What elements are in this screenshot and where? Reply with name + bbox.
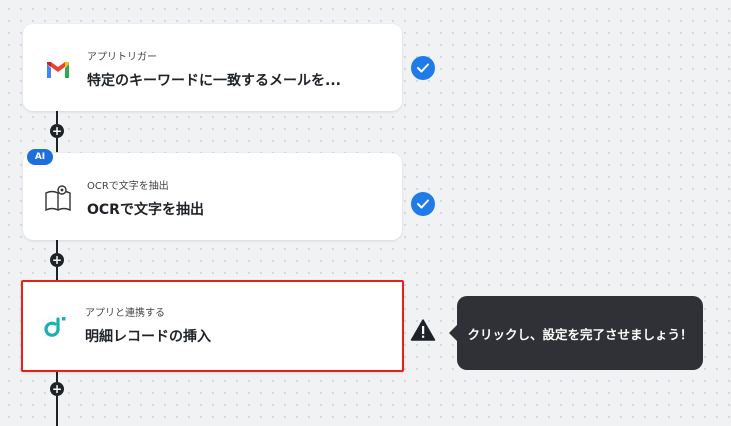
flow-connector-line <box>56 239 58 253</box>
flow-step-card-trigger[interactable]: アプリトリガー 特定のキーワードに一致するメールを... <box>23 24 402 111</box>
flow-connector-line <box>56 396 58 426</box>
ocr-book-icon <box>43 184 73 214</box>
step-title: OCRで文字を抽出 <box>87 202 204 218</box>
setup-hint-tooltip: クリックし、設定を完了させましょう！ <box>449 296 703 370</box>
flow-connector-line <box>56 110 58 124</box>
app-logo-icon <box>41 311 71 341</box>
step-subtitle: アプリトリガー <box>87 52 157 63</box>
step-subtitle: アプリと連携する <box>85 308 165 319</box>
add-step-plus-icon[interactable]: + <box>50 124 64 138</box>
flow-connector-line <box>56 138 58 152</box>
step-complete-check-icon <box>411 192 435 216</box>
add-step-plus-icon[interactable]: + <box>50 382 64 396</box>
step-complete-check-icon <box>411 56 435 80</box>
tooltip-text: クリックし、設定を完了させましょう！ <box>467 326 693 342</box>
step-title: 特定のキーワードに一致するメールを... <box>87 73 341 89</box>
warning-icon <box>410 318 436 342</box>
add-step-plus-icon[interactable]: + <box>50 253 64 267</box>
flow-step-card-ocr[interactable]: AI OCRで文字を抽出 OCRで文字を抽出 <box>23 149 402 240</box>
flow-step-card-insert-record[interactable]: アプリと連携する 明細レコードの挿入 <box>21 280 404 372</box>
gmail-icon <box>43 55 73 85</box>
flow-connector-line <box>56 267 58 281</box>
ai-badge: AI <box>27 149 53 165</box>
step-subtitle: OCRで文字を抽出 <box>87 181 169 192</box>
flow-connector-line <box>56 372 58 382</box>
step-title: 明細レコードの挿入 <box>85 329 211 345</box>
